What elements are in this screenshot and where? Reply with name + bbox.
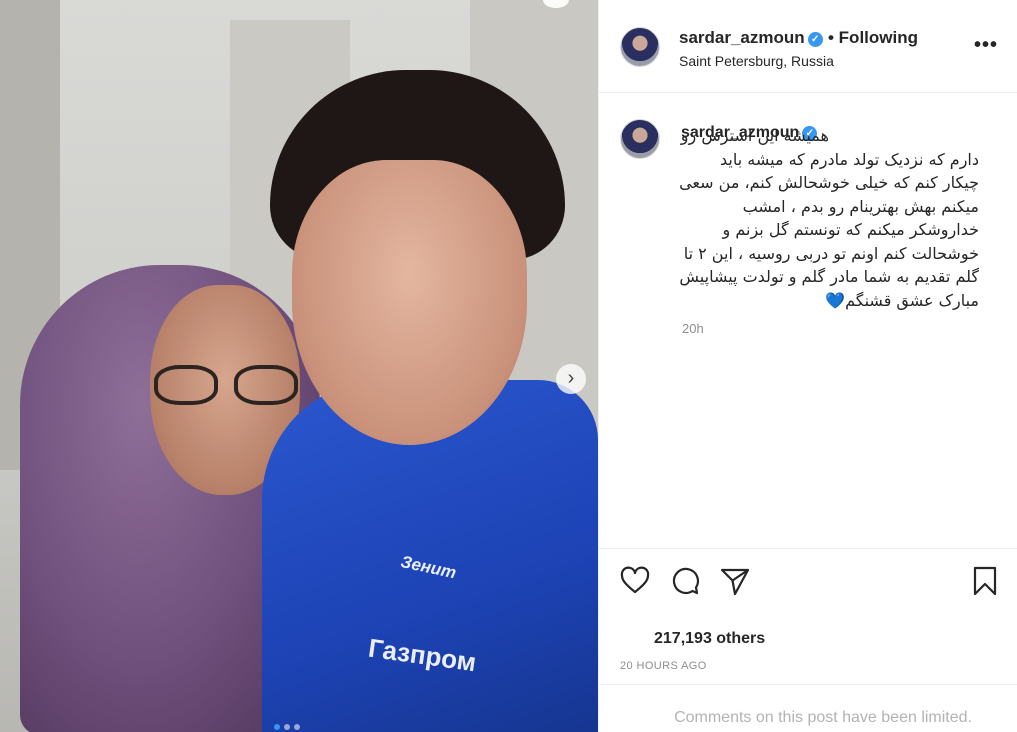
verified-badge-icon: ✓ (807, 32, 823, 47)
caption-author-avatar[interactable] (620, 119, 660, 159)
carousel-dot (294, 724, 300, 730)
carousel-dot (274, 724, 280, 730)
heart-icon[interactable] (619, 565, 651, 597)
author-username[interactable]: sardar_azmoun ✓ (679, 28, 823, 48)
author-username-text[interactable]: sardar_azmoun (679, 28, 805, 47)
carousel-dot (284, 724, 290, 730)
caption-timestamp[interactable]: 20h (682, 321, 704, 336)
comments-limited-notice: Comments on this post have been limited. (599, 684, 1017, 732)
post-photo[interactable]: Зенит Газпром › (0, 0, 598, 732)
photo-glasses (150, 365, 300, 407)
following-button[interactable]: • Following (828, 28, 918, 48)
share-icon[interactable] (719, 565, 751, 597)
carousel-next-button[interactable]: › (556, 364, 586, 394)
post-actions-bar (599, 548, 1017, 612)
save-bookmark-icon[interactable] (969, 565, 1001, 597)
carousel-indicator (274, 724, 300, 730)
post-time-ago: 20 HOURS AGO (620, 660, 707, 672)
post-header: sardar_azmoun ✓ • Following Saint Petersb… (599, 0, 1017, 93)
more-options-icon[interactable]: ••• (974, 34, 998, 57)
post-location[interactable]: Saint Petersburg, Russia (679, 53, 834, 69)
post-side-panel: sardar_azmoun ✓ • Following Saint Petersb… (598, 0, 1017, 732)
comment-icon[interactable] (669, 565, 701, 597)
photo-son-face (292, 160, 527, 445)
caption-text: همیشه این استرس رو دارم که نزدیک تولد ما… (679, 126, 979, 310)
author-avatar[interactable] (620, 27, 660, 67)
likes-count[interactable]: 217,193 others (654, 630, 765, 648)
instagram-post: Зенит Газпром › sardar_azmoun ✓ • Followi… (0, 0, 1017, 732)
